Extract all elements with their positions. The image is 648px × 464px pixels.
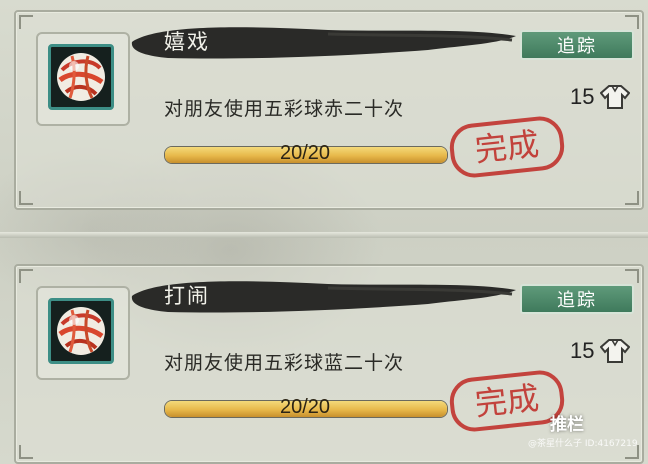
section-divider xyxy=(0,232,648,238)
stamp-text: 完成 xyxy=(473,379,541,423)
watermark-sub: @茶星什么子 ID:4167219 xyxy=(528,439,638,449)
corner-ornament xyxy=(19,191,33,205)
quest-item-slot[interactable] xyxy=(36,32,130,126)
reward-amount: 15 xyxy=(570,84,595,109)
corner-ornament xyxy=(19,445,33,459)
reward-amount: 15 xyxy=(570,338,595,363)
corner-ornament xyxy=(625,191,639,205)
quest-title: 打闹 xyxy=(164,284,210,308)
corner-ornament xyxy=(625,269,639,283)
track-button[interactable]: 追踪 xyxy=(520,30,634,60)
quest-description: 对朋友使用五彩球蓝二十次 xyxy=(164,352,405,374)
progress-text: 20/20 xyxy=(279,396,331,418)
clothing-reward-icon xyxy=(600,339,630,363)
stamp-text: 完成 xyxy=(473,125,541,169)
quest-card: 嬉戏 追踪 15 对朋友使用五彩球赤二十次 20/20 完成 xyxy=(14,10,644,210)
corner-ornament xyxy=(625,15,639,29)
corner-ornament xyxy=(19,269,33,283)
clothing-reward-icon xyxy=(600,85,630,109)
quest-item-slot[interactable] xyxy=(36,286,130,380)
completed-stamp: 完成 xyxy=(449,116,565,178)
corner-ornament xyxy=(19,15,33,29)
colorful-ball-icon xyxy=(48,44,114,110)
progress-text: 20/20 xyxy=(279,142,331,164)
track-button[interactable]: 追踪 xyxy=(520,284,634,314)
colorful-ball-icon xyxy=(48,298,114,364)
quest-title: 嬉戏 xyxy=(164,30,210,54)
watermark-brand: 推栏 xyxy=(550,415,584,435)
quest-description: 对朋友使用五彩球赤二十次 xyxy=(164,98,405,120)
